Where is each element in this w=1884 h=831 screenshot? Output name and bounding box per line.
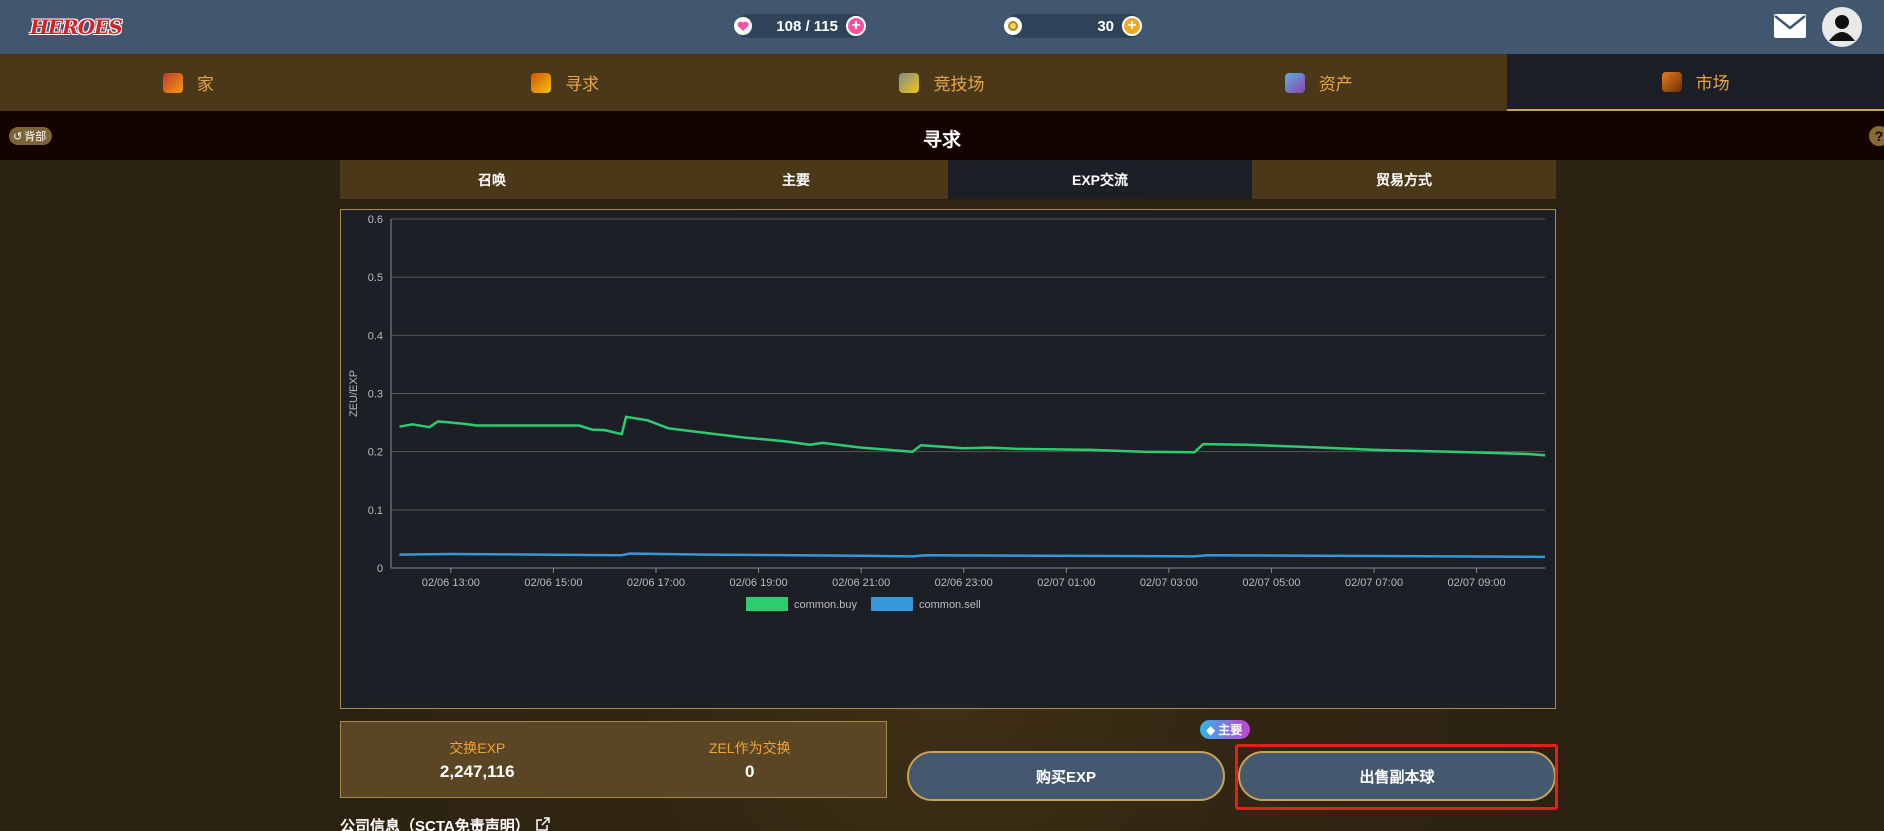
- series-line-common-sell: [399, 552, 1546, 559]
- game-logo[interactable]: HEROES: [30, 11, 123, 43]
- x-tick-label: 02/06 15:00: [524, 577, 582, 589]
- quest-icon: [531, 72, 552, 93]
- exchange-stats: 交换EXP 2,247,116 ZEL作为交换 0: [340, 721, 887, 798]
- legend-label: common.sell: [919, 599, 981, 611]
- x-tick-label: 02/07 05:00: [1242, 577, 1300, 589]
- nav-label: 寻求: [565, 75, 600, 94]
- title-bar: ↺ 背部 寻求 ?: [0, 111, 1884, 160]
- zel-exchange-stat: ZEL作为交换 0: [614, 722, 887, 797]
- tab-summon[interactable]: 召唤: [340, 160, 644, 199]
- company-info-label: 公司信息（SCTA免责声明）: [340, 818, 530, 831]
- exchange-exp-value: 2,247,116: [439, 761, 515, 781]
- chart-svg: 0 0.1 0.2 0.3 0.4 0.5 0.6 ZEU/EXP 02/06 13:00 02/…: [348, 214, 1546, 611]
- nav-label: 资产: [1318, 75, 1353, 94]
- main-badge: ◆ 主要: [1200, 720, 1251, 739]
- market-icon: [1661, 71, 1682, 92]
- mail-icon[interactable]: [1774, 14, 1806, 38]
- exp-price-chart: 0 0.1 0.2 0.3 0.4 0.5 0.6 ZEU/EXP 02/06 13:00 02/…: [340, 209, 1556, 709]
- exchange-exp-label: 交换EXP: [449, 739, 506, 756]
- page-title: 寻求: [922, 130, 961, 151]
- tab-exp-exchange[interactable]: EXP交流: [948, 160, 1252, 199]
- nav-item-arena[interactable]: 竞技场: [754, 54, 1131, 111]
- legend-label: common.buy: [794, 599, 857, 611]
- external-link-icon: [535, 816, 550, 831]
- x-tick-label: 02/07 01:00: [1037, 577, 1095, 589]
- x-tick-label: 02/07 07:00: [1345, 577, 1403, 589]
- hp-value: 108 / 115: [776, 18, 838, 35]
- nav-item-assets[interactable]: 资产: [1130, 54, 1507, 111]
- y-axis-label: ZEU/EXP: [348, 370, 360, 417]
- hp-display: 108 / 115 +: [734, 14, 866, 38]
- x-tick-label: 02/06 13:00: [422, 577, 480, 589]
- add-zel-button[interactable]: +: [1122, 16, 1142, 36]
- y-tick-label: 0.1: [368, 505, 383, 517]
- zel-value: 30: [1097, 18, 1114, 35]
- x-tick-label: 02/06 21:00: [832, 577, 890, 589]
- x-tick-label: 02/07 03:00: [1140, 577, 1198, 589]
- x-tick-label: 02/06 17:00: [627, 577, 685, 589]
- buy-exp-button[interactable]: 购买EXP: [907, 751, 1225, 801]
- company-info-link[interactable]: 公司信息（SCTA免责声明）: [340, 815, 550, 831]
- logo-text: HEROES: [30, 15, 123, 39]
- x-tick-label: 02/06 23:00: [935, 577, 993, 589]
- y-tick-label: 0.4: [368, 330, 383, 342]
- x-tick-label: 02/07 09:00: [1448, 577, 1506, 589]
- y-tick-label: 0.6: [368, 214, 383, 226]
- heart-icon: [734, 17, 752, 35]
- legend-swatch: [746, 597, 788, 611]
- assets-icon: [1284, 72, 1305, 93]
- house-icon: [162, 72, 183, 93]
- highlight-box: [1235, 744, 1558, 810]
- nav-label: 市场: [1695, 74, 1730, 93]
- nav-label: 家: [196, 75, 214, 94]
- top-bar: HEROES 108 / 115 + 30 +: [0, 0, 1884, 54]
- coin-icon: [1004, 17, 1022, 35]
- nav-item-home[interactable]: 家: [0, 54, 377, 111]
- tab-trade-method[interactable]: 贸易方式: [1252, 160, 1556, 199]
- exchange-exp-stat: 交换EXP 2,247,116: [341, 722, 614, 797]
- nav-label: 竞技场: [933, 75, 985, 94]
- badge-label: 主要: [1218, 723, 1243, 737]
- add-hp-button[interactable]: +: [846, 16, 866, 36]
- tab-main[interactable]: 主要: [644, 160, 948, 199]
- user-avatar-icon[interactable]: [1822, 7, 1862, 47]
- y-tick-label: 0.2: [368, 447, 383, 459]
- sub-tabs: 召唤 主要 EXP交流 贸易方式: [340, 160, 1556, 199]
- nav-item-quest[interactable]: 寻求: [377, 54, 754, 111]
- y-tick-label: 0.3: [368, 389, 383, 401]
- nav-item-market[interactable]: 市场: [1507, 54, 1884, 111]
- zel-exchange-value: 0: [745, 761, 755, 781]
- zel-display: 30 +: [1004, 14, 1142, 38]
- y-tick-label: 0.5: [368, 272, 383, 284]
- series-line-common-buy: [399, 415, 1546, 457]
- swords-icon: [899, 72, 920, 93]
- legend-swatch: [871, 597, 913, 611]
- diamond-icon: ◆: [1206, 722, 1216, 737]
- y-tick-label: 0: [377, 563, 383, 575]
- x-tick-label: 02/06 19:00: [730, 577, 788, 589]
- zel-exchange-label: ZEL作为交换: [708, 739, 791, 756]
- main-nav: 家 寻求 竞技场 资产 市场: [0, 54, 1884, 111]
- help-icon[interactable]: ?: [1869, 126, 1884, 146]
